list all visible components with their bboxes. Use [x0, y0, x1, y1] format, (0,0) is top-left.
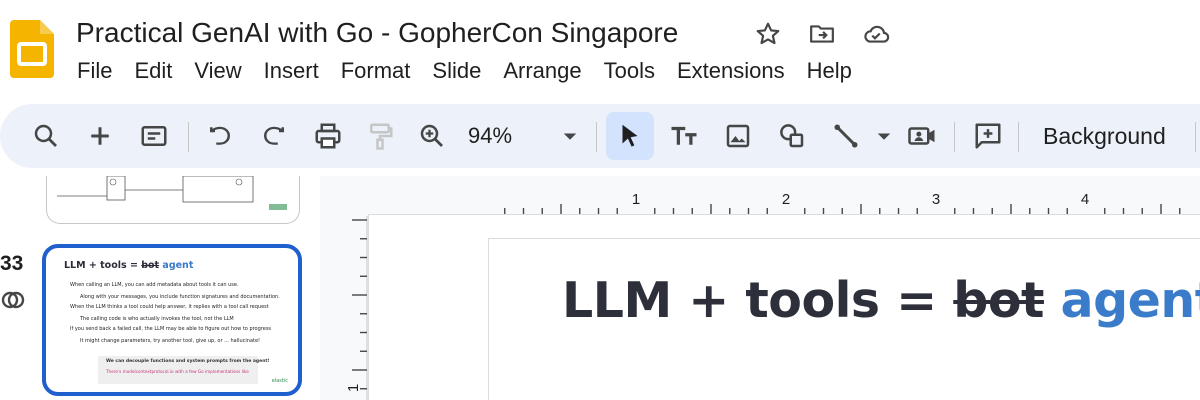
ruler-label: 1 [345, 384, 362, 392]
thumbnail-text-line: It might change parameters, try another … [80, 338, 261, 344]
search-icon[interactable] [22, 112, 70, 160]
thumbnail-title-strike: bot [141, 260, 160, 271]
slide-thumbnail-current[interactable]: LLM + tools = bot agent When calling an … [42, 244, 302, 396]
undo-icon[interactable] [196, 112, 244, 160]
comment-icon[interactable] [964, 112, 1012, 160]
toolbar-divider [188, 122, 189, 152]
slide-thumbnail-previous[interactable] [46, 176, 300, 224]
thumbnail-logo: elastic [271, 378, 288, 384]
menu-arrange[interactable]: Arrange [492, 56, 592, 86]
zoom-icon[interactable] [408, 112, 456, 160]
menu-edit[interactable]: Edit [123, 56, 183, 86]
toolbar-divider [1018, 122, 1019, 152]
toolbar: 94% Background [0, 104, 1200, 168]
text-box-icon[interactable] [660, 112, 708, 160]
toolbar-divider [954, 122, 955, 152]
thumbnail-callout-text: We can decouple functions and system pro… [106, 359, 270, 364]
menu-slide[interactable]: Slide [421, 56, 492, 86]
ruler-label: 4 [1081, 191, 1089, 208]
diagram-preview [57, 176, 287, 210]
line-icon[interactable] [822, 112, 870, 160]
vertical-ruler[interactable]: 1 [334, 216, 368, 400]
menu-extensions[interactable]: Extensions [666, 56, 796, 86]
background-button[interactable]: Background [1030, 116, 1179, 156]
toolbar-divider [596, 122, 597, 152]
thumbnail-text-line: When calling an LLM, you can add metadat… [70, 282, 239, 288]
slides-logo-icon[interactable] [10, 20, 54, 78]
ruler-label: 2 [782, 191, 790, 208]
cloud-saved-icon[interactable] [862, 20, 890, 48]
menu-insert[interactable]: Insert [253, 56, 330, 86]
toolbar-divider [1195, 122, 1196, 152]
horizontal-ruler[interactable]: 1 2 3 4 [480, 182, 1200, 216]
slide-title-strike: bot [953, 272, 1044, 329]
shape-icon[interactable] [768, 112, 816, 160]
menu-format[interactable]: Format [330, 56, 422, 86]
video-icon[interactable] [898, 112, 946, 160]
move-to-folder-icon[interactable] [808, 20, 836, 48]
redo-icon[interactable] [250, 112, 298, 160]
menu-help[interactable]: Help [796, 56, 863, 86]
thumbnail-title: LLM + tools = bot agent [64, 260, 193, 271]
menu-tools[interactable]: Tools [593, 56, 666, 86]
image-icon[interactable] [714, 112, 762, 160]
paint-format-icon[interactable] [356, 112, 404, 160]
menu-bar: File Edit View Insert Format Slide Arran… [66, 56, 863, 86]
zoom-value[interactable]: 94% [468, 122, 512, 150]
thumbnail-callout-link: There's modelcontextprotocol.io with a f… [106, 369, 249, 374]
thumbnail-text-line: Along with your messages, you include fu… [80, 294, 280, 300]
select-icon[interactable] [606, 112, 654, 160]
thumbnail-title-accent: agent [162, 260, 194, 271]
menu-file[interactable]: File [66, 56, 123, 86]
print-icon[interactable] [304, 112, 352, 160]
slide-title[interactable]: LLM + tools = bot agent [562, 270, 1200, 332]
new-slide-icon[interactable] [76, 112, 124, 160]
menu-view[interactable]: View [183, 56, 252, 86]
slide-title-prefix: LLM + tools = [562, 272, 954, 329]
ruler-label: 1 [632, 191, 640, 208]
thumbnail-text-line: When the LLM thinks a tool could help an… [70, 304, 269, 310]
star-icon[interactable] [754, 20, 782, 48]
layout-icon[interactable] [130, 112, 178, 160]
thumbnail-title-prefix: LLM + tools = [64, 260, 142, 271]
document-title[interactable]: Practical GenAI with Go - GopherCon Sing… [76, 16, 678, 50]
zoom-dropdown-icon[interactable] [546, 112, 594, 160]
ruler-label: 3 [932, 191, 940, 208]
thumbnail-text-line: If you send back a failed call, the LLM … [70, 326, 272, 332]
slide-number: 33 [0, 252, 24, 275]
thumbnail-text-line: The calling code is who actually invokes… [80, 316, 234, 322]
slide-title-accent: agent [1060, 272, 1200, 329]
linked-slide-icon [0, 286, 28, 314]
